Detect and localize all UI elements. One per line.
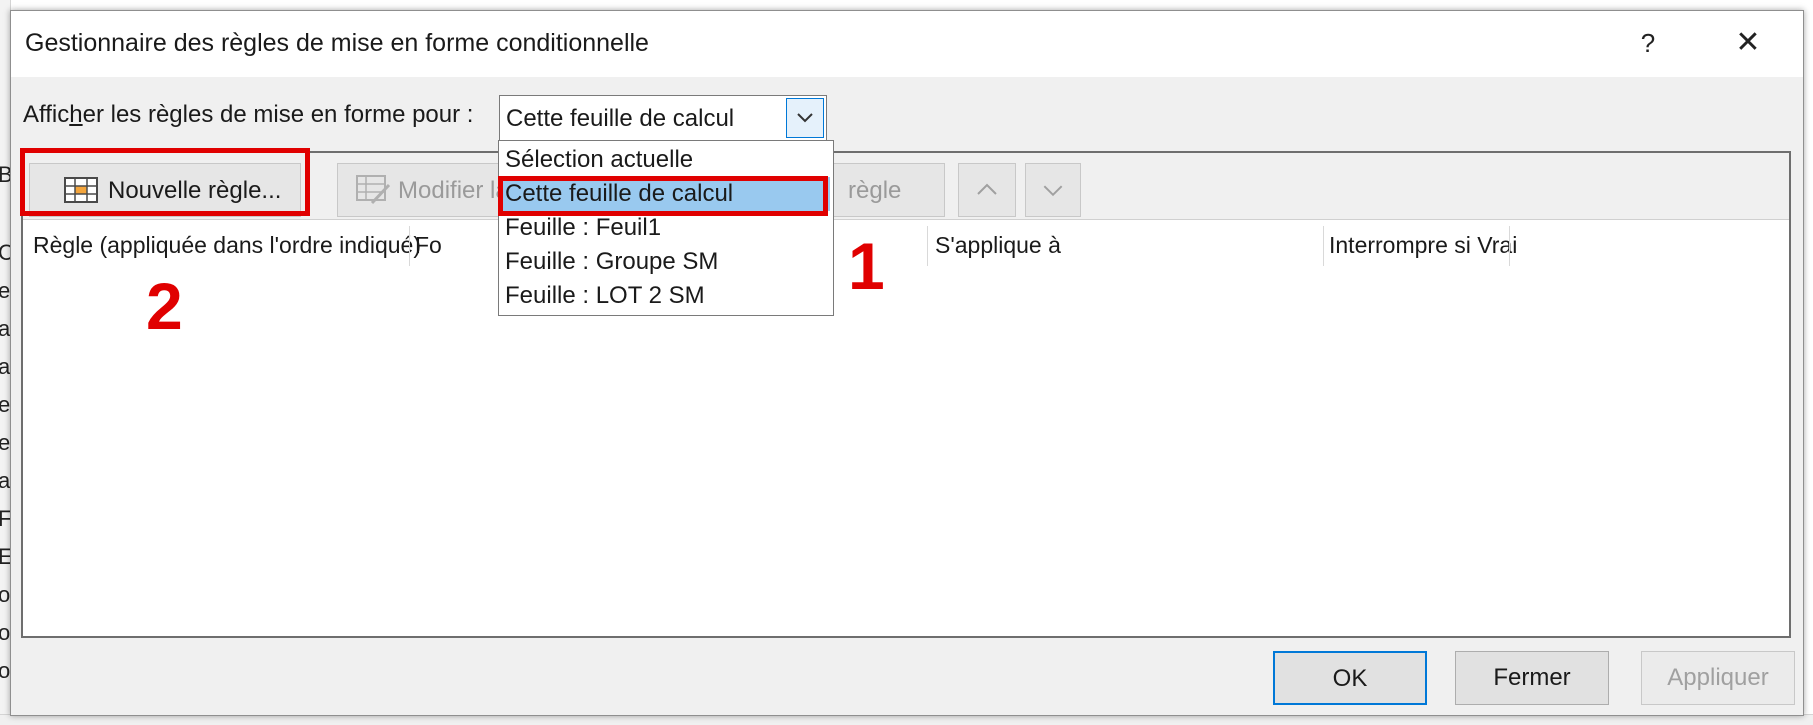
bg-cell-text: a	[0, 354, 10, 379]
chevron-down-icon	[1043, 185, 1063, 197]
rules-panel: Nouvelle règle... Modifier la règle Règl…	[21, 151, 1791, 638]
bg-cell-text: a	[0, 468, 10, 493]
annotation-step-number: 1	[848, 229, 885, 303]
bg-cell-text: o	[0, 582, 10, 607]
bg-cell-text: E	[0, 544, 10, 569]
scope-label-part: er les règles de mise en forme pour :	[82, 101, 474, 128]
scope-label-accelerator: h	[69, 101, 83, 128]
column-header-stop-if-true[interactable]: Interrompre si Vrai	[1329, 232, 1517, 259]
scope-dropdown-list: Sélection actuelle Cette feuille de calc…	[498, 140, 834, 316]
edit-grid-icon	[356, 175, 391, 205]
scope-select-value: Cette feuille de calcul	[506, 105, 735, 132]
conditional-formatting-dialog: Gestionnaire des règles de mise en forme…	[10, 10, 1804, 716]
edit-rule-label: Modifier la	[398, 177, 509, 204]
bg-cell-text: e	[0, 430, 10, 455]
move-up-button[interactable]	[958, 163, 1016, 217]
bg-cell-text: B	[0, 162, 10, 187]
move-down-button[interactable]	[1025, 163, 1081, 217]
bg-cell-text: e	[0, 392, 10, 417]
rules-column-headers: Règle (appliquée dans l'ordre indiqué) F…	[23, 220, 1789, 270]
column-header-rule[interactable]: Règle (appliquée dans l'ordre indiqué)	[33, 232, 421, 259]
column-header-format[interactable]: Fo	[415, 232, 442, 259]
dropdown-option[interactable]: Sélection actuelle	[502, 143, 830, 177]
bg-cell-text: o	[0, 620, 10, 645]
delete-rule-label: règle	[848, 177, 902, 204]
bg-cell-text: o	[0, 658, 10, 683]
column-divider[interactable]	[927, 226, 928, 266]
column-header-applies-to[interactable]: S'applique à	[935, 232, 1061, 259]
close-button[interactable]: ✕	[1723, 25, 1773, 61]
dropdown-option[interactable]: Feuille : LOT 2 SM	[502, 279, 830, 313]
bg-cell-text: e	[0, 278, 10, 303]
column-divider[interactable]	[1323, 226, 1324, 266]
scope-label: Afficher les règles de mise en forme pou…	[23, 101, 473, 129]
bg-cell-text: a	[0, 316, 10, 341]
annotation-step-number: 2	[146, 269, 183, 343]
title-bar: Gestionnaire des règles de mise en forme…	[11, 11, 1803, 77]
annotation-highlight-box	[498, 176, 828, 216]
dropdown-option[interactable]: Feuille : Feuil1	[502, 211, 830, 245]
column-divider[interactable]	[1509, 226, 1510, 266]
close-dialog-button[interactable]: Fermer	[1455, 651, 1609, 705]
scope-label-part: Affic	[23, 101, 70, 128]
annotation-highlight-box	[20, 148, 310, 216]
help-button[interactable]: ?	[1623, 25, 1673, 61]
dialog-title: Gestionnaire des règles de mise en forme…	[25, 29, 649, 57]
dropdown-option[interactable]: Feuille : Groupe SM	[502, 245, 830, 279]
bg-cell-text: C	[0, 240, 10, 265]
column-divider[interactable]	[409, 226, 410, 266]
chevron-down-icon[interactable]	[786, 98, 824, 138]
ok-button[interactable]: OK	[1273, 651, 1427, 705]
scope-select[interactable]: Cette feuille de calcul	[499, 95, 827, 141]
chevron-up-icon	[977, 183, 997, 195]
bg-cell-text: F	[0, 506, 10, 531]
apply-button[interactable]: Appliquer	[1641, 651, 1795, 705]
